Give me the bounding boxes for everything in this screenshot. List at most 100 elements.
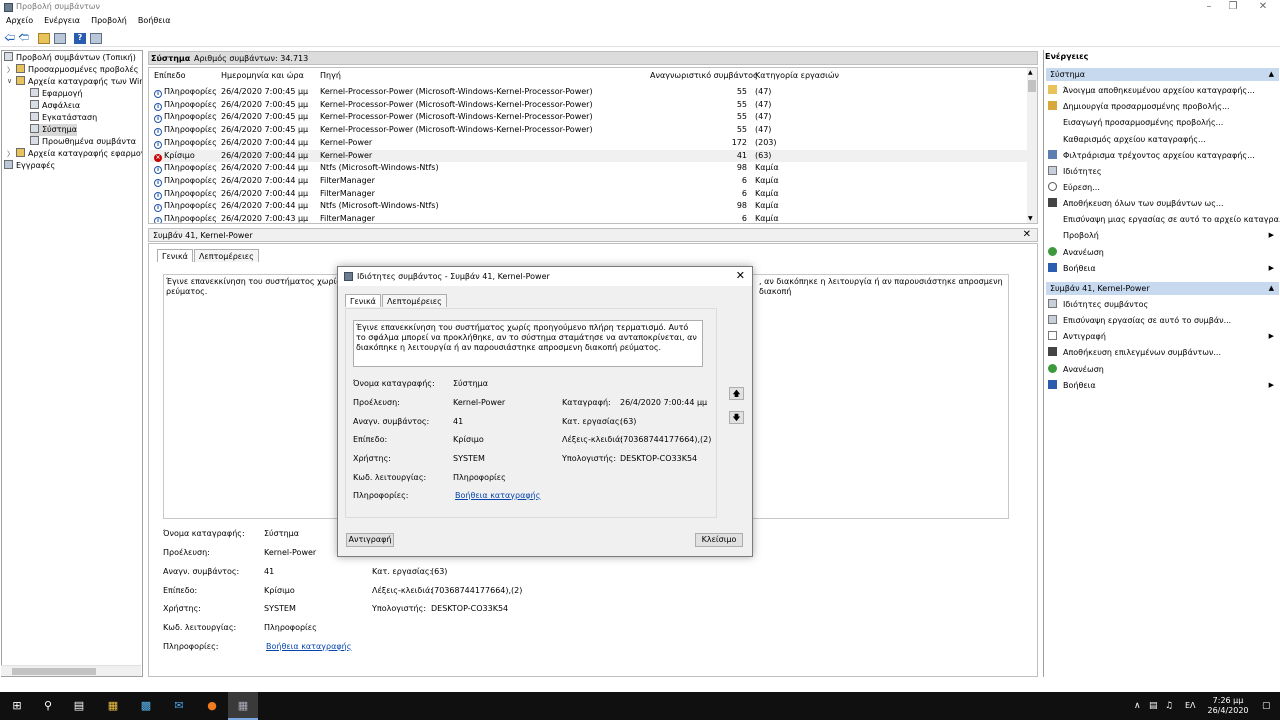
- actions-section-system[interactable]: Σύστημα ▲: [1046, 68, 1279, 81]
- action-help-event[interactable]: Βοήθεια ▶: [1048, 379, 1276, 392]
- collapse-arrow-icon[interactable]: ▲: [1269, 282, 1274, 295]
- action-save-selected-events[interactable]: Αποθήκευση επιλεγμένων συμβάντων...: [1048, 346, 1276, 359]
- show-hide-tree-icon[interactable]: [54, 33, 66, 44]
- show-hide-action-pane-icon[interactable]: [90, 33, 102, 44]
- tree-item-security[interactable]: Ασφάλεια: [30, 100, 80, 112]
- table-row[interactable]: i Πληροφορίες 26/4/2020 7:00:45 μμ Kernel-P…: [150, 111, 1037, 123]
- tree-item-system[interactable]: Σύστημα: [30, 124, 78, 136]
- close-button[interactable]: Κλείσιμο: [695, 533, 743, 547]
- action-refresh[interactable]: Ανανέωση: [1048, 246, 1276, 259]
- back-arrow-icon[interactable]: 🢠: [4, 32, 16, 44]
- tray-chevron-icon[interactable]: ∧: [1134, 692, 1141, 720]
- action-help[interactable]: Βοήθεια ▶: [1048, 262, 1276, 275]
- scrollbar-thumb[interactable]: [1028, 80, 1036, 92]
- maximize-button[interactable]: ❐: [1220, 0, 1246, 15]
- event-count: Αριθμός συμβάντων: 34.713: [194, 54, 309, 63]
- menu-view[interactable]: Προβολή: [85, 15, 132, 25]
- notifications-icon[interactable]: ▢: [1262, 692, 1271, 720]
- forward-arrow-icon[interactable]: 🢢: [18, 32, 30, 44]
- tab-general[interactable]: Γενικά: [157, 249, 193, 262]
- menu-help[interactable]: Βοήθεια: [132, 15, 176, 25]
- previous-event-button[interactable]: 🡅: [729, 387, 744, 400]
- store-icon[interactable]: ▩: [131, 692, 161, 720]
- tree-root[interactable]: Προβολή συμβάντων (Τοπική): [4, 52, 136, 64]
- table-row[interactable]: i Πληροφορίες 26/4/2020 7:00:44 μμ FilterMa…: [150, 175, 1037, 187]
- table-row[interactable]: i Πληροφορίες 26/4/2020 7:00:44 μμ Ntfs (Mi…: [150, 200, 1037, 212]
- tree-item-windows-logs[interactable]: Αρχεία καταγραφής των Windo: [16, 76, 142, 88]
- table-row[interactable]: i Πληροφορίες 26/4/2020 7:00:43 μμ FilterMa…: [150, 213, 1037, 223]
- action-clear-log[interactable]: Καθαρισμός αρχείου καταγραφής...: [1048, 133, 1276, 146]
- close-window-button[interactable]: ✕: [1250, 0, 1276, 15]
- event-log-help-link[interactable]: Βοήθεια καταγραφής: [266, 642, 351, 651]
- dialog-title-bar[interactable]: Ιδιότητες συμβάντος - Συμβάν 41, Kernel-…: [338, 267, 752, 286]
- action-properties[interactable]: Ιδιότητες: [1048, 165, 1276, 178]
- column-header-task[interactable]: Κατηγορία εργασιών: [755, 71, 839, 83]
- column-header-date[interactable]: Ημερομηνία και ώρα: [221, 71, 304, 83]
- firefox-icon[interactable]: ●: [197, 692, 227, 720]
- table-row-selected[interactable]: × Κρίσιμο 26/4/2020 7:00:44 μμ Kernel-Power…: [150, 150, 1037, 162]
- dialog-tab-general[interactable]: Γενικά: [345, 294, 381, 307]
- scroll-up-icon[interactable]: ▲: [1028, 69, 1033, 76]
- event-viewer-taskbar-icon[interactable]: ▦: [228, 692, 258, 720]
- dialog-event-log-help-link[interactable]: Βοήθεια καταγραφής: [455, 491, 540, 500]
- menu-action[interactable]: Ενέργεια: [38, 15, 85, 25]
- tree-horizontal-scrollbar[interactable]: [1, 665, 141, 676]
- column-header-event-id[interactable]: Αναγνωριστικό συμβάντος: [650, 71, 758, 83]
- table-row[interactable]: i Πληροφορίες 26/4/2020 7:00:45 μμ Kernel-P…: [150, 86, 1037, 98]
- column-header-source[interactable]: Πηγή: [320, 71, 341, 83]
- action-find[interactable]: Εύρεση...: [1048, 181, 1276, 194]
- close-detail-icon[interactable]: ✕: [1023, 229, 1031, 240]
- tree-item-setup[interactable]: Εγκατάσταση: [30, 112, 97, 124]
- windows-start-icon[interactable]: ⊞: [2, 692, 32, 720]
- action-filter-log[interactable]: Φιλτράρισμα τρέχοντος αρχείου καταγραφής…: [1048, 149, 1276, 162]
- menu-file[interactable]: Αρχείο: [0, 15, 38, 25]
- tab-details[interactable]: Λεπτομέρειες: [193, 249, 259, 262]
- tree-item-forwarded-events[interactable]: Προωθημένα συμβάντα: [30, 136, 136, 148]
- actions-section-event[interactable]: Συμβάν 41, Kernel-Power ▲: [1046, 282, 1279, 295]
- help-icon[interactable]: ?: [74, 33, 86, 44]
- expand-icon[interactable]: 〉: [7, 65, 15, 75]
- network-icon[interactable]: ▤: [1149, 692, 1158, 720]
- table-row[interactable]: i Πληροφορίες 26/4/2020 7:00:44 μμ Ntfs (Mi…: [150, 162, 1037, 174]
- action-event-properties[interactable]: Ιδιότητες συμβάντος: [1048, 298, 1276, 311]
- volume-icon[interactable]: ♫: [1165, 692, 1173, 720]
- action-attach-task-to-log[interactable]: Επισύναψη μιας εργασίας σε αυτό το αρχεί…: [1048, 213, 1280, 226]
- action-view[interactable]: Προβολή ▶: [1048, 229, 1276, 242]
- title-bar[interactable]: Προβολή συμβάντων – ❐ ✕: [0, 0, 1280, 15]
- tree-item-application[interactable]: Εφαρμογή: [30, 88, 82, 100]
- tree-item-custom-views[interactable]: Προσαρμοσμένες προβολές: [16, 64, 138, 76]
- event-list-vertical-scrollbar[interactable]: ▲ ▼: [1027, 68, 1037, 223]
- next-event-button[interactable]: 🡇: [729, 411, 744, 424]
- table-row[interactable]: i Πληροφορίες 26/4/2020 7:00:45 μμ Kernel-P…: [150, 124, 1037, 136]
- collapse-arrow-icon[interactable]: ▲: [1269, 68, 1274, 81]
- up-folder-icon[interactable]: [38, 33, 50, 44]
- action-import-custom-view[interactable]: Εισαγωγή προσαρμοσμένης προβολής...: [1048, 116, 1276, 129]
- mail-icon[interactable]: ✉: [164, 692, 194, 720]
- action-create-custom-view[interactable]: Δημιουργία προσαρμοσμένης προβολής...: [1048, 100, 1276, 113]
- language-indicator[interactable]: ΕΛ: [1185, 692, 1196, 720]
- file-explorer-icon[interactable]: ▦: [98, 692, 128, 720]
- action-attach-task-to-event[interactable]: Επισύναψη εργασίας σε αυτό το συμβάν...: [1048, 314, 1276, 327]
- expand-icon[interactable]: 〉: [7, 149, 15, 159]
- action-refresh-event[interactable]: Ανανέωση: [1048, 363, 1276, 376]
- keywords-value: (70368744177664),(2): [431, 586, 523, 595]
- copy-button[interactable]: Αντιγραφή: [346, 533, 394, 547]
- dialog-close-icon[interactable]: ✕: [736, 269, 745, 282]
- action-open-saved-log[interactable]: Άνοιγμα αποθηκευμένου αρχείου καταγραφής…: [1048, 84, 1276, 97]
- scroll-down-icon[interactable]: ▼: [1028, 215, 1033, 222]
- log-header: Σύστημα Αριθμός συμβάντων: 34.713: [148, 51, 1038, 65]
- tree-item-subscriptions[interactable]: Εγγραφές: [4, 160, 55, 172]
- task-view-icon[interactable]: ▤: [64, 692, 94, 720]
- table-row[interactable]: i Πληροφορίες 26/4/2020 7:00:44 μμ FilterMa…: [150, 188, 1037, 200]
- scrollbar-thumb[interactable]: [12, 668, 96, 675]
- column-header-level[interactable]: Επίπεδο: [154, 71, 186, 83]
- table-row[interactable]: i Πληροφορίες 26/4/2020 7:00:44 μμ Kernel-P…: [150, 137, 1037, 149]
- tree-item-app-logs[interactable]: Αρχεία καταγραφής εφαρμογώ: [16, 148, 142, 160]
- collapse-icon[interactable]: ∨: [7, 77, 15, 85]
- search-icon[interactable]: ⚲: [33, 692, 63, 720]
- action-save-all-events[interactable]: Αποθήκευση όλων των συμβάντων ως...: [1048, 197, 1276, 210]
- minimize-button[interactable]: –: [1196, 0, 1222, 15]
- action-copy[interactable]: Αντιγραφή ▶: [1048, 330, 1276, 343]
- table-row[interactable]: i Πληροφορίες 26/4/2020 7:00:45 μμ Kernel-P…: [150, 99, 1037, 111]
- dialog-tab-details[interactable]: Λεπτομέρειες: [381, 294, 447, 307]
